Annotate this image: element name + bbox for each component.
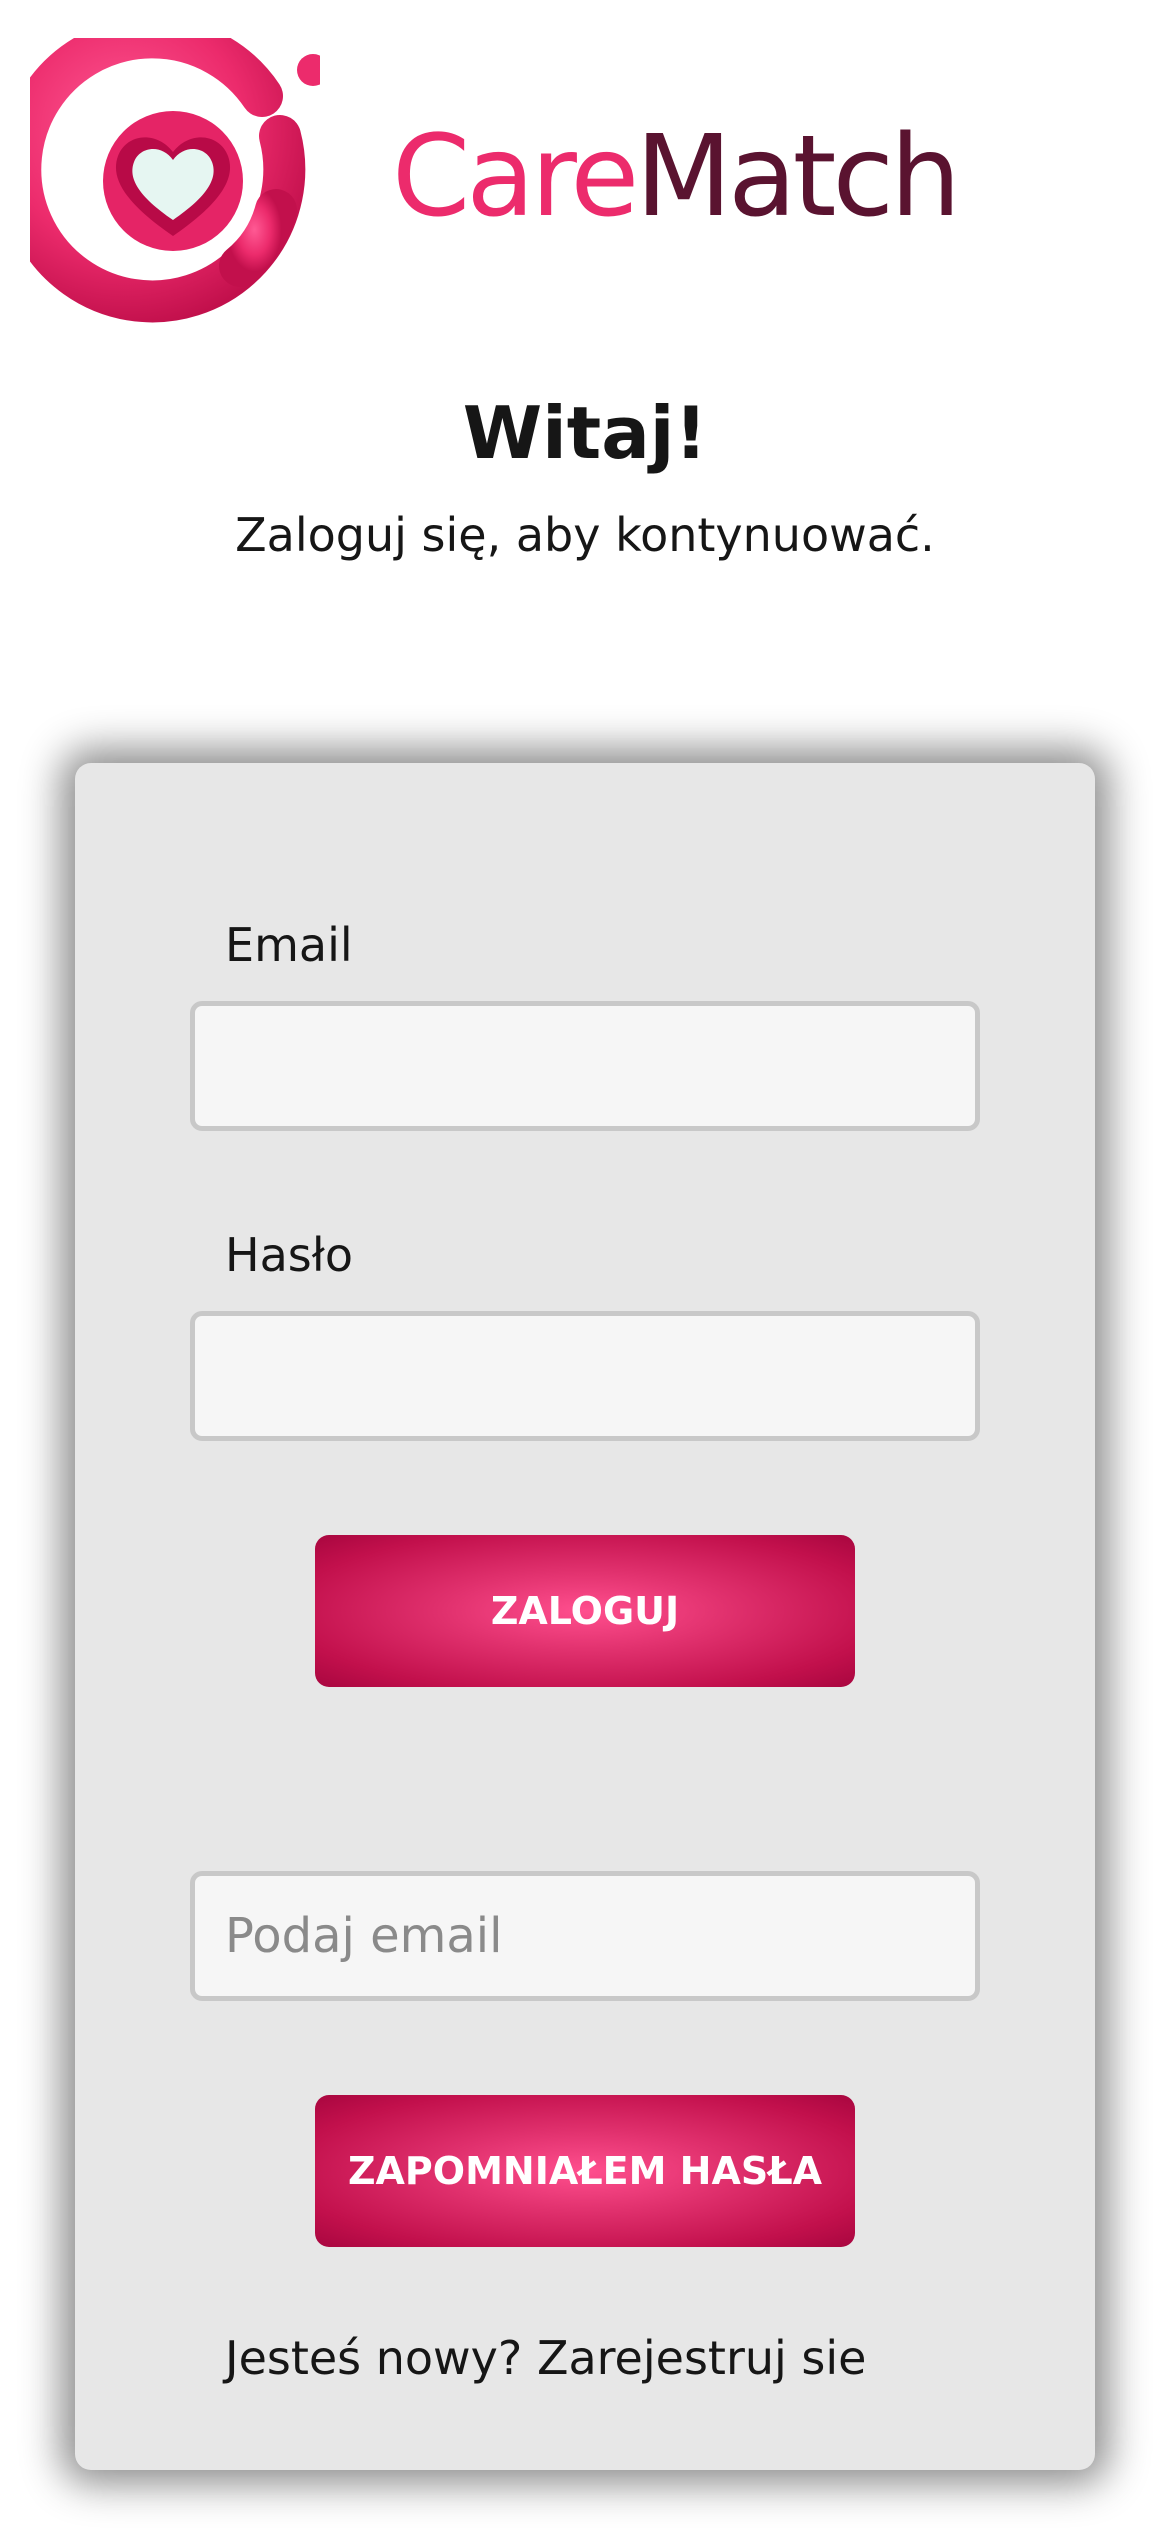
page-title: Witaj!	[462, 391, 708, 475]
register-prompt: Jesteś nowy? Zarejestruj sie	[225, 2328, 866, 2388]
reset-email-field[interactable]	[190, 1871, 980, 2001]
login-button[interactable]: ZALOGUJ	[315, 1535, 855, 1687]
password-label: Hasło	[225, 1228, 353, 1282]
register-prompt-text: Jesteś nowy?	[225, 2331, 523, 2385]
brand-wordmark: CareMatch	[392, 112, 961, 242]
page-subtitle: Zaloguj się, aby kontynuować.	[235, 508, 935, 562]
brand-name-care: Care	[392, 112, 639, 242]
login-card: Email Hasło ZALOGUJ ZAPOMNIAŁEM HASŁA Je…	[75, 763, 1095, 2470]
password-field[interactable]	[190, 1311, 980, 1441]
email-field[interactable]	[190, 1001, 980, 1131]
forgot-password-button[interactable]: ZAPOMNIAŁEM HASŁA	[315, 2095, 855, 2247]
heart-in-ring-icon	[30, 38, 320, 323]
register-link[interactable]: Zarejestruj sie	[537, 2331, 867, 2385]
email-label: Email	[225, 918, 353, 972]
brand-name-match: Match	[635, 112, 961, 242]
